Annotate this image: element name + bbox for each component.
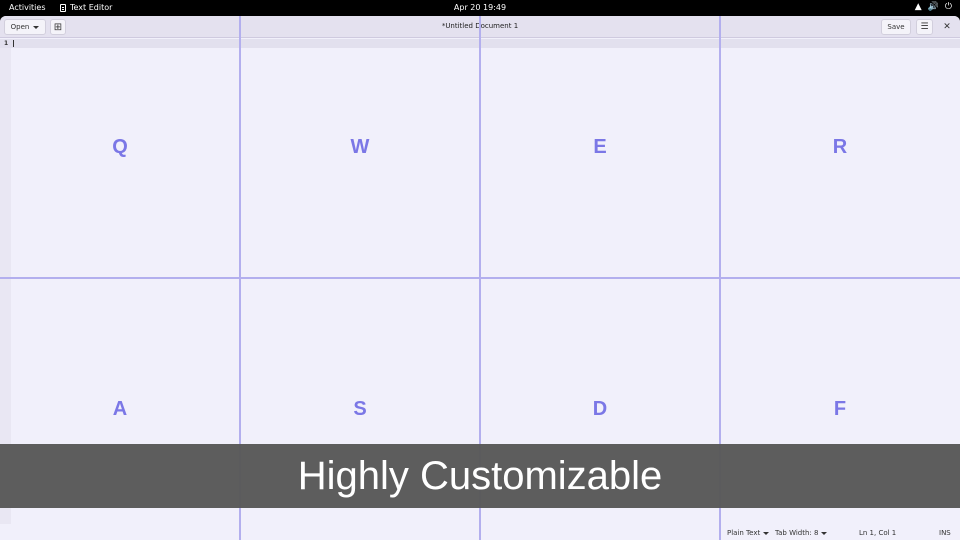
key-q: Q [112, 135, 128, 158]
clock[interactable]: Apr 20 19:49 [0, 3, 960, 12]
key-r: R [832, 135, 848, 158]
caption-banner: Highly Customizable [0, 444, 960, 508]
power-icon: ⏻ [944, 2, 952, 12]
network-icon: ▲ [914, 2, 922, 12]
key-e: E [593, 135, 607, 158]
system-top-bar: Activities Text Editor Apr 20 19:49 ▲ 🔊 … [0, 0, 960, 16]
volume-icon: 🔊 [927, 2, 939, 12]
caption-text: Highly Customizable [297, 453, 663, 498]
system-tray[interactable]: ▲ 🔊 ⏻ [915, 2, 952, 13]
key-w: W [350, 135, 370, 158]
